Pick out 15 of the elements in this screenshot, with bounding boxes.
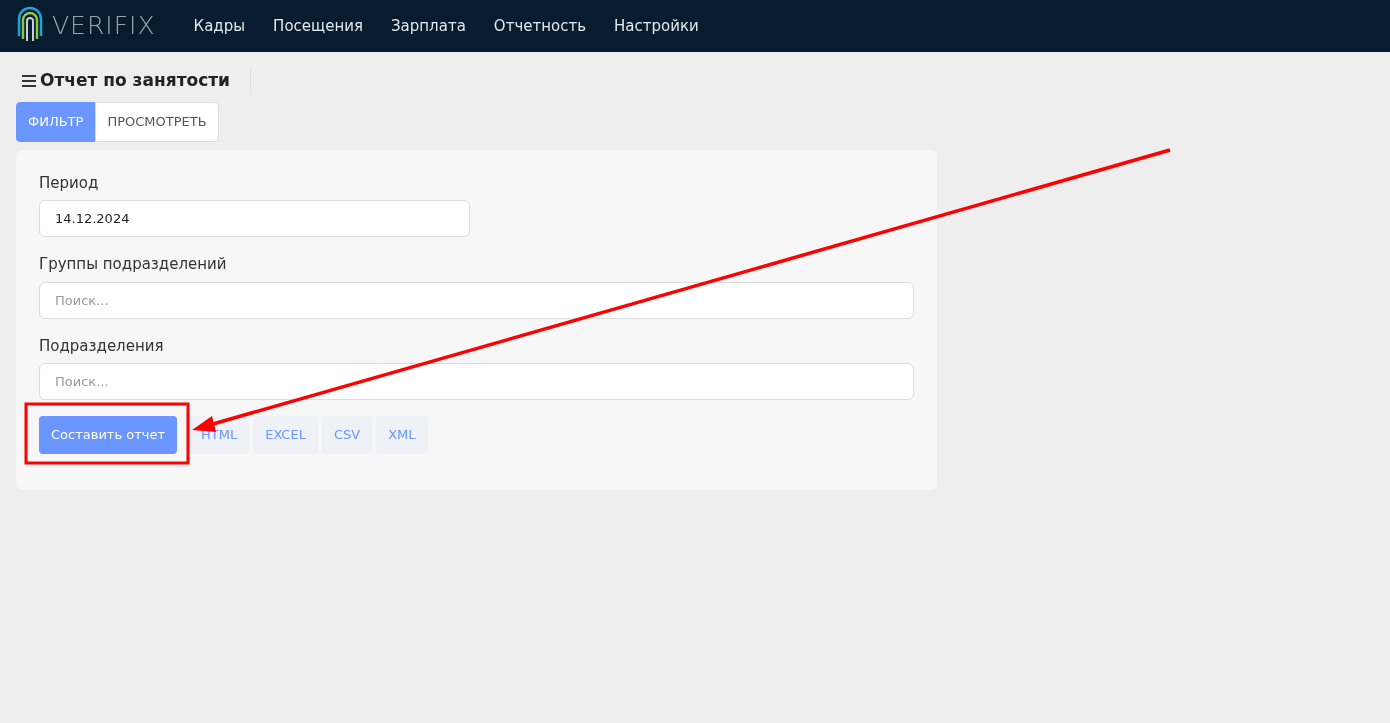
brand-name: VERIFIX (52, 10, 156, 43)
input-field[interactable]: Поиск... (39, 363, 914, 400)
field-label: Подразделения (39, 335, 165, 357)
field-label: Группы подразделений (39, 254, 228, 275)
nav-link[interactable]: Посещения (259, 14, 377, 38)
page-title: Отчет по занятости (40, 69, 230, 93)
tab[interactable]: ПРОСМОТРЕТЬ (95, 102, 219, 142)
nav-link[interactable]: Отчетность (479, 14, 601, 38)
input-field[interactable]: 14.12.2024 (39, 200, 470, 237)
nav-link[interactable]: Зарплата (377, 14, 480, 38)
field-label: Период (39, 172, 100, 194)
nav-link[interactable]: Кадры (179, 14, 260, 38)
input-field[interactable]: Поиск... (39, 281, 914, 319)
menu-icon[interactable] (22, 75, 36, 87)
nav-link[interactable]: Настройки (600, 14, 713, 38)
